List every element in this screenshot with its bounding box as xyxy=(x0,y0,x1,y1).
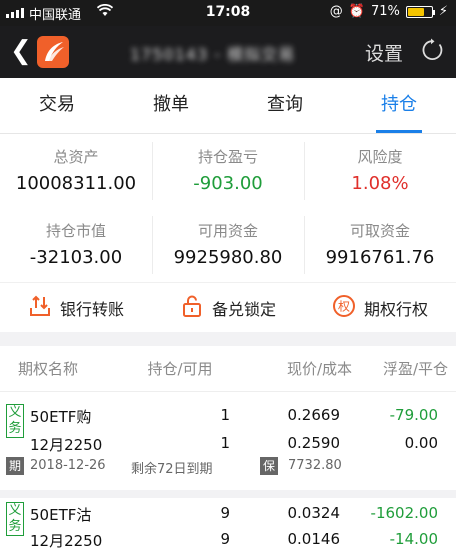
close-pl: 0.00 xyxy=(404,434,438,452)
nav-bar: ❮ 1750143 - 模拟交易 设置 xyxy=(0,26,456,78)
total-assets-label: 总资产 xyxy=(53,148,99,166)
position-value-label: 持仓市值 xyxy=(45,222,106,240)
available-funds-value: 9925980.80 xyxy=(173,247,283,268)
option-exercise-label: 期权行权 xyxy=(363,299,428,319)
header-option-name: 期权名称 xyxy=(18,360,79,378)
option-exercise-button[interactable]: 权 期权行权 xyxy=(304,283,456,332)
row-meta: 期 2018-12-26 剩余72日到期 保 7732.80 xyxy=(6,457,446,477)
svg-text:权: 权 xyxy=(338,299,350,313)
position-qty: 1 xyxy=(220,406,230,424)
summary-row-1: 总资产 10008311.00 持仓盈亏 -903.00 风险度 1.08% xyxy=(0,134,456,208)
float-pl: -79.00 xyxy=(389,406,438,424)
exercise-icon: 权 xyxy=(332,294,356,322)
bank-transfer-button[interactable]: 银行转账 xyxy=(0,283,152,332)
row-line-1: 50ETF沽 9 0.0324 -1602.00 xyxy=(30,504,438,530)
float-pl: -1602.00 xyxy=(370,504,438,522)
total-assets-cell: 总资产 10008311.00 xyxy=(0,134,152,208)
battery-percent: 71% xyxy=(370,4,400,19)
main-tabs: 交易 撤单 查询 持仓 xyxy=(0,78,456,134)
back-chevron-icon[interactable]: ❮ xyxy=(10,36,32,66)
status-bar: 中国联通 17:08 @ ⏰ 71% ⚡ xyxy=(0,0,456,26)
bank-transfer-label: 银行转账 xyxy=(59,299,124,319)
alarm-icon: ⏰ xyxy=(348,4,365,19)
period-tag: 期 xyxy=(6,457,24,475)
covered-lock-button[interactable]: 备兑锁定 xyxy=(152,283,304,332)
section-divider xyxy=(0,332,456,346)
row-divider xyxy=(0,490,456,498)
withdrawable-funds-cell: 可取资金 9916761.76 xyxy=(304,208,456,282)
header-price-cost: 现价/成本 xyxy=(286,360,352,378)
positions-table-header: 期权名称 持仓/可用 现价/成本 浮盈/平仓 xyxy=(0,346,456,392)
table-row[interactable]: 义务 50ETF购 1 0.2669 -79.00 12月2250 1 0.25… xyxy=(0,392,456,490)
position-value-cell: 持仓市值 -32103.00 xyxy=(0,208,152,282)
withdrawable-funds-value: 9916761.76 xyxy=(325,247,435,268)
battery-icon xyxy=(405,5,435,18)
lock-icon xyxy=(180,294,204,322)
lock-rotation-icon: @ xyxy=(329,4,343,19)
available-qty: 1 xyxy=(220,434,230,452)
covered-lock-label: 备兑锁定 xyxy=(211,299,276,319)
withdrawable-funds-label: 可取资金 xyxy=(349,222,410,240)
table-row[interactable]: 义务 50ETF沽 9 0.0324 -1602.00 12月2250 9 0.… xyxy=(0,498,456,552)
row-line-1: 50ETF购 1 0.2669 -79.00 xyxy=(30,406,438,432)
quick-actions: 银行转账 备兑锁定 权 期权行权 xyxy=(0,282,456,332)
option-name: 50ETF沽 xyxy=(30,506,92,524)
option-month: 12月2250 xyxy=(30,436,103,454)
header-float-close: 浮盈/平仓 xyxy=(382,360,448,378)
position-qty: 9 xyxy=(220,504,230,522)
row-line-2: 12月2250 9 0.0146 -14.00 xyxy=(30,530,438,552)
obligation-badge: 义务 xyxy=(6,502,24,536)
margin-tag: 保 xyxy=(260,457,278,475)
refresh-icon[interactable] xyxy=(421,38,445,62)
current-price: 0.2669 xyxy=(287,406,341,424)
risk-value: 1.08% xyxy=(351,173,409,194)
remaining-days: 剩余72日到期 xyxy=(131,462,213,477)
current-price: 0.0324 xyxy=(287,504,341,522)
position-pl-value: -903.00 xyxy=(193,173,263,194)
tab-positions[interactable]: 持仓 xyxy=(342,78,456,133)
total-assets-value: 10008311.00 xyxy=(15,173,137,194)
position-pl-label: 持仓盈亏 xyxy=(197,148,258,166)
available-qty: 9 xyxy=(220,530,230,548)
position-value-value: -32103.00 xyxy=(29,247,123,268)
charging-icon: ⚡ xyxy=(438,4,448,19)
tab-cancel-order[interactable]: 撤单 xyxy=(114,78,228,133)
cost-price: 0.0146 xyxy=(287,530,341,548)
app-logo-icon xyxy=(37,36,69,68)
option-month: 12月2250 xyxy=(30,532,103,550)
tab-trade[interactable]: 交易 xyxy=(0,78,114,133)
settings-button[interactable]: 设置 xyxy=(365,39,403,66)
close-pl: -14.00 xyxy=(389,530,438,548)
available-funds-label: 可用资金 xyxy=(197,222,258,240)
margin-value: 7732.80 xyxy=(288,458,342,473)
risk-cell: 风险度 1.08% xyxy=(304,134,456,208)
obligation-badge: 义务 xyxy=(6,404,24,438)
header-position-available: 持仓/可用 xyxy=(147,360,213,378)
summary-row-2: 持仓市值 -32103.00 可用资金 9925980.80 可取资金 9916… xyxy=(0,208,456,282)
expiry-date: 2018-12-26 xyxy=(30,458,106,473)
account-title: 1750143 - 模拟交易 xyxy=(130,45,296,64)
risk-label: 风险度 xyxy=(357,148,403,166)
tab-query[interactable]: 查询 xyxy=(228,78,342,133)
cost-price: 0.2590 xyxy=(287,434,341,452)
bank-transfer-icon xyxy=(28,294,52,322)
option-name: 50ETF购 xyxy=(30,408,92,426)
available-funds-cell: 可用资金 9925980.80 xyxy=(152,208,304,282)
position-pl-cell: 持仓盈亏 -903.00 xyxy=(152,134,304,208)
